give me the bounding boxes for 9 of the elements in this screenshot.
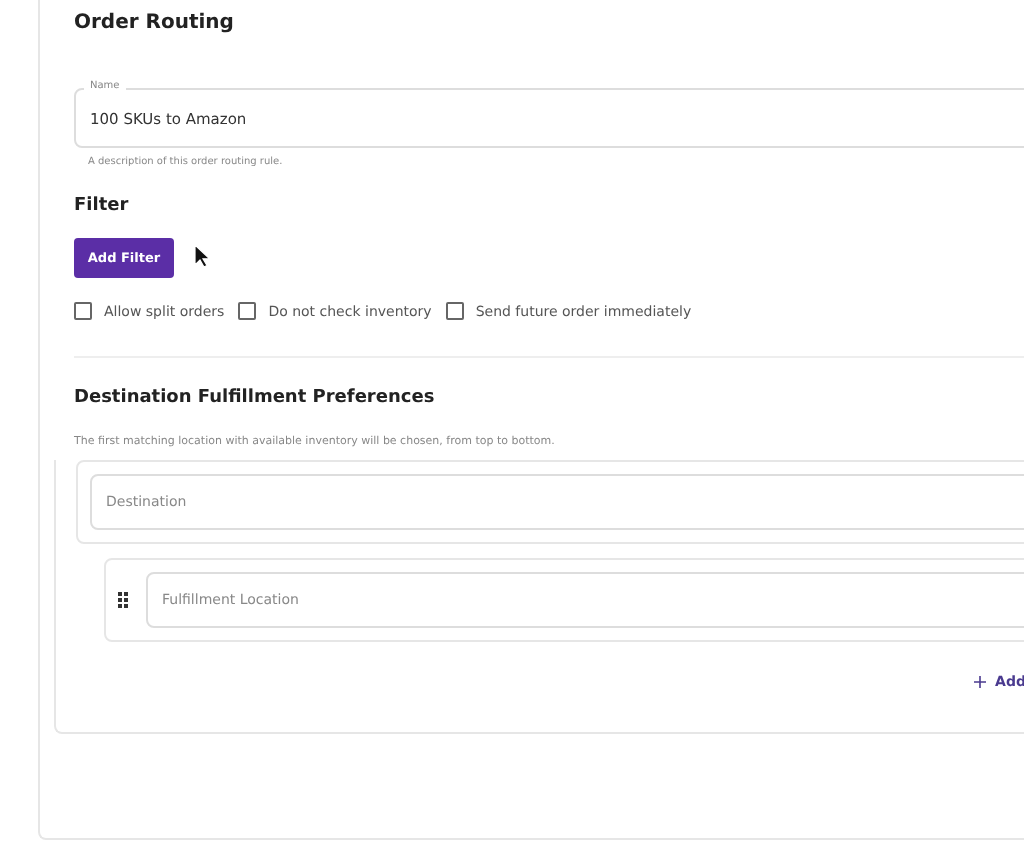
plus-icon: [973, 676, 986, 688]
page-title: Order Routing: [74, 12, 236, 38]
checkbox[interactable]: [74, 302, 92, 320]
section-heading: Filter: [74, 196, 131, 216]
section-heading: Destination Fulfillment Preferences: [74, 388, 437, 408]
checkbox[interactable]: [238, 302, 257, 320]
mouse-cursor-icon: [194, 244, 210, 268]
drag-handle-icon[interactable]: [118, 592, 128, 608]
checkbox[interactable]: [445, 302, 464, 320]
